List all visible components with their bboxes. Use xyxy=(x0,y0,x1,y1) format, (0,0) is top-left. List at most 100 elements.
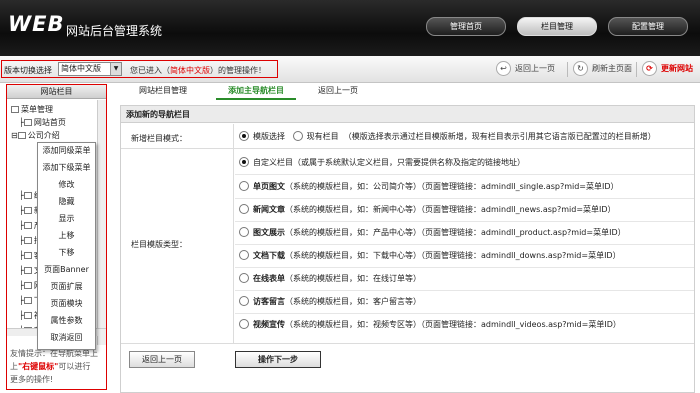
type-name: 视频宣传 xyxy=(253,320,285,329)
type-desc: （或属于系统默认定义栏目，只需要提供名称及指定的链接地址） xyxy=(293,158,525,167)
chevron-down-icon[interactable]: ▼ xyxy=(110,63,121,75)
toolbar: 版本切换选择 简体中文版 ▼ 您已进入（简体中文版）的管理操作！ ↩ 返回上一页 … xyxy=(0,56,700,83)
type-desc: （系统的模版栏目，如：下载中心等）（页面管理链接：admindll_downs.… xyxy=(285,251,621,260)
type-option-guestbook: 访客留言（系统的模版栏目，如：客户留言等） xyxy=(239,295,421,309)
version-message-suffix: ）的管理操作！ xyxy=(210,66,266,75)
ctx-page-extend[interactable]: 页面扩展 xyxy=(38,279,95,295)
version-message: 您已进入（简体中文版）的管理操作！ xyxy=(130,65,266,76)
radio-template-select[interactable] xyxy=(239,130,249,141)
refresh-icon: ↻ xyxy=(573,61,588,76)
context-menu: 添加同级菜单 添加下级菜单 修改 隐藏 显示 上移 下移 页面Banner 页面… xyxy=(37,142,96,350)
radio-existing-column[interactable] xyxy=(292,130,303,141)
tip-highlight: "右键鼠标" xyxy=(18,362,59,371)
folder-icon xyxy=(23,237,32,244)
radio-type-news[interactable] xyxy=(239,203,249,214)
version-switch-box: 版本切换选择 简体中文版 ▼ 您已进入（简体中文版）的管理操作！ xyxy=(1,60,278,78)
main-content: 网站栏目管理 添加主导航栏目 返回上一页 添加新的导航栏目 新增栏目模式： 模版… xyxy=(120,84,695,393)
back-arrow-icon: ↩ xyxy=(496,61,511,76)
column-divider xyxy=(233,124,234,344)
type-option-videos: 视频宣传（系统的模版栏目，如：视频专区等）（页面管理链接：admindll_vi… xyxy=(239,318,621,332)
ctx-hide[interactable]: 隐藏 xyxy=(38,194,95,210)
tab-column-management[interactable]: 网站栏目管理 xyxy=(128,84,198,100)
ctx-cancel-return[interactable]: 取消返回 xyxy=(38,330,95,346)
type-option-product: 图文展示（系统的模版栏目，如：产品中心等）（页面管理链接：admindll_pr… xyxy=(239,226,626,240)
folder-icon xyxy=(23,207,32,214)
folder-icon xyxy=(23,282,32,289)
refresh-button[interactable]: ↻ 刷新主页面 xyxy=(573,60,632,78)
tab-bar: 网站栏目管理 添加主导航栏目 返回上一页 xyxy=(120,84,695,100)
row-divider xyxy=(121,343,694,344)
radio-type-product[interactable] xyxy=(239,226,249,237)
type-option-form: 在线表单（系统的模版栏目，如：在线订单等） xyxy=(239,272,421,286)
version-message-highlight: 简体中文版 xyxy=(170,66,210,75)
type-desc: （系统的模版栏目，如：视频专区等）（页面管理链接：admindll_videos… xyxy=(285,320,621,329)
radio-type-downloads[interactable] xyxy=(239,249,249,260)
tab-add-main-nav[interactable]: 添加主导航栏目 xyxy=(216,84,296,100)
folder-icon xyxy=(23,297,32,304)
panel-title: 添加新的导航栏目 xyxy=(121,106,694,123)
nav-config-management-button[interactable]: 配置管理 xyxy=(608,17,688,36)
folder-icon xyxy=(23,312,32,319)
ctx-show[interactable]: 显示 xyxy=(38,211,95,227)
tree-item-home[interactable]: ├ 网站首页 xyxy=(19,116,66,129)
update-site-button[interactable]: ⟳ 更新网站 xyxy=(642,60,693,78)
sidebar-scrollbar[interactable] xyxy=(97,100,106,345)
version-select[interactable]: 简体中文版 ▼ xyxy=(58,62,122,76)
nav-column-management-button[interactable]: 栏目管理 xyxy=(517,17,597,36)
tree-item-label: 菜单管理 xyxy=(21,105,53,114)
radio-type-custom[interactable] xyxy=(239,156,249,167)
option-divider xyxy=(235,267,694,268)
type-desc: （系统的模版栏目，如：新闻中心等）（页面管理链接：admindll_news.a… xyxy=(285,205,616,214)
radio-type-guestbook[interactable] xyxy=(239,295,249,306)
type-name: 单页图文 xyxy=(253,182,285,191)
type-desc: （系统的模版栏目，如：公司简介等）（页面管理链接：admindll_single… xyxy=(285,182,619,191)
option-divider xyxy=(235,244,694,245)
type-option-single: 单页图文（系统的模版栏目，如：公司简介等）（页面管理链接：admindll_si… xyxy=(239,180,619,194)
next-step-button[interactable]: 操作下一步 xyxy=(235,351,321,368)
back-button[interactable]: 返回上一页 xyxy=(129,351,195,368)
mode-row: 模版选择 现有栏目 （模版选择表示通过栏目模版新增，现有栏目表示引用其它语言版已… xyxy=(239,130,656,144)
add-nav-panel: 添加新的导航栏目 新增栏目模式： 模版选择 现有栏目 （模版选择表示通过栏目模版… xyxy=(120,105,695,393)
sidebar-title: 网站栏目 xyxy=(7,85,106,99)
ctx-page-module[interactable]: 页面模块 xyxy=(38,296,95,312)
ctx-move-down[interactable]: 下移 xyxy=(38,245,95,261)
mode-hint: （模版选择表示通过栏目模版新增，现有栏目表示引用其它语言版已配置过的栏目新增） xyxy=(343,132,656,141)
radio-label: 现有栏目 xyxy=(306,132,339,141)
type-label: 栏目模版类型： xyxy=(131,240,187,249)
folder-icon xyxy=(23,192,32,199)
ctx-move-up[interactable]: 上移 xyxy=(38,228,95,244)
tree-item-company[interactable]: ⊟ 公司介绍 xyxy=(11,129,60,142)
ctx-add-sibling[interactable]: 添加同级菜单 xyxy=(38,143,95,159)
top-header: WEB 网站后台管理系统 管理首页 栏目管理 配置管理 xyxy=(0,0,700,56)
radio-type-videos[interactable] xyxy=(239,318,249,329)
option-divider xyxy=(235,221,694,222)
folder-icon xyxy=(23,267,32,274)
logo-title: 网站后台管理系统 xyxy=(66,24,163,38)
update-icon: ⟳ xyxy=(642,61,657,76)
back-page-button[interactable]: ↩ 返回上一页 xyxy=(496,60,555,78)
tip-line: 更多的操作! xyxy=(10,375,54,384)
folder-icon xyxy=(23,252,32,259)
type-desc: （系统的模版栏目，如：产品中心等）（页面管理链接：admindll_produc… xyxy=(285,228,626,237)
version-select-value: 简体中文版 xyxy=(61,64,101,73)
tree-item-menu-manage[interactable]: 菜单管理 xyxy=(11,103,53,116)
folder-icon xyxy=(17,132,26,139)
type-name: 新闻文章 xyxy=(253,205,285,214)
tab-back[interactable]: 返回上一页 xyxy=(308,84,368,100)
ctx-edit[interactable]: 修改 xyxy=(38,177,95,193)
ctx-page-banner[interactable]: 页面Banner xyxy=(38,262,95,278)
ctx-add-child[interactable]: 添加下级菜单 xyxy=(38,160,95,176)
type-name: 文档下载 xyxy=(253,251,285,260)
type-option-downloads: 文档下载（系统的模版栏目，如：下载中心等）（页面管理链接：admindll_do… xyxy=(239,249,621,263)
radio-type-form[interactable] xyxy=(239,272,249,283)
radio-label: 模版选择 xyxy=(253,132,285,141)
option-divider xyxy=(235,313,694,314)
folder-icon xyxy=(23,222,32,229)
nav-home-button[interactable]: 管理首页 xyxy=(426,17,506,36)
tree-item-label: 网站首页 xyxy=(33,118,66,127)
radio-type-single[interactable] xyxy=(239,180,249,191)
ctx-attribute-params[interactable]: 属性参数 xyxy=(38,313,95,329)
tip-line: 上"右键鼠标"可以进行 xyxy=(10,360,104,373)
type-option-custom: 自定义栏目（或属于系统默认定义栏目，只需要提供名称及指定的链接地址） xyxy=(239,156,525,170)
type-desc: （系统的模版栏目，如：在线订单等） xyxy=(285,274,421,283)
